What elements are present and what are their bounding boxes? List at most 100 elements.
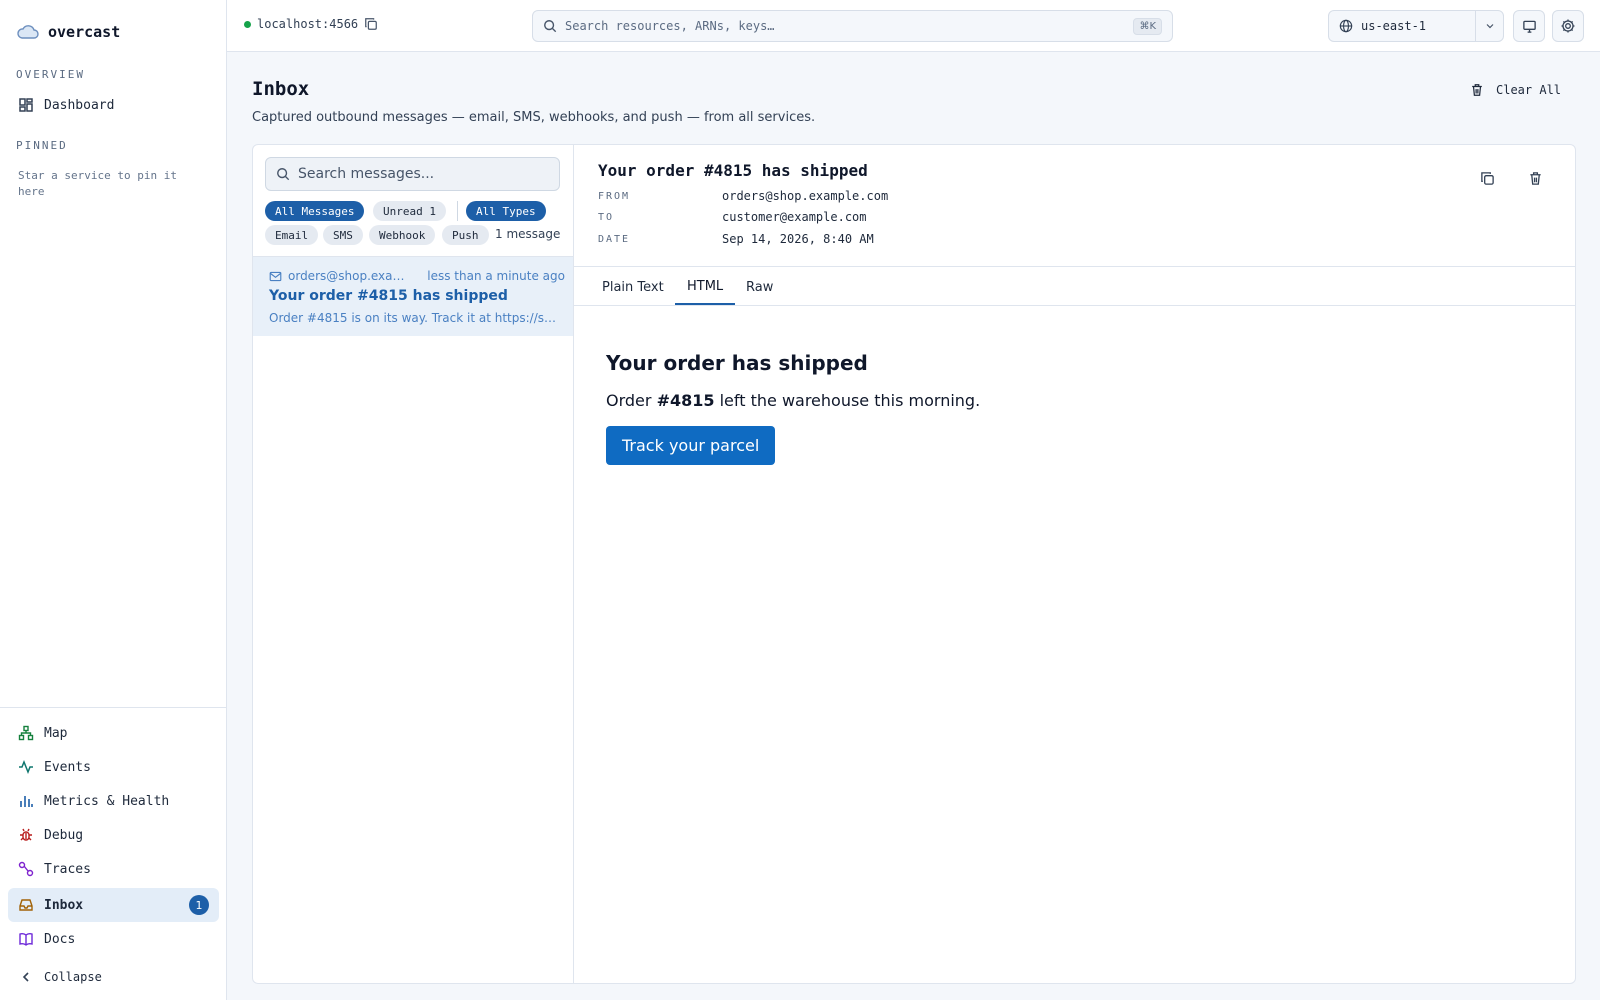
sidebar-item-debug[interactable]: Debug [8,818,219,852]
message-date-row: DATE Sep 14, 2026, 8:40 AM [598,230,874,248]
email-body-order-number: #4815 [656,391,715,410]
sidebar-item-dashboard[interactable]: Dashboard [8,88,219,122]
tab-plain-text[interactable]: Plain Text [590,269,676,305]
email-body-text-prefix: Order [606,391,652,410]
email-body-heading: Your order has shipped [606,351,868,375]
sidebar-item-label: Events [44,759,91,775]
sidebar-item-events[interactable]: Events [8,750,219,784]
brand-name: overcast [48,23,121,41]
search-icon [544,20,557,33]
date-label: DATE [598,233,631,245]
copy-icon[interactable] [364,17,378,31]
copy-icon [1480,171,1494,185]
book-icon [19,933,33,946]
trash-icon [1472,84,1482,96]
copy-message-button[interactable] [1474,165,1500,191]
sidebar-item-metrics-health[interactable]: Metrics & Health [8,784,219,818]
global-search-placeholder: Search resources, ARNs, keys… [565,19,775,33]
section-label-overview: OVERVIEW [16,68,85,81]
message-from-row: FROM orders@shop.example.com [598,187,888,205]
detail-header-divider [574,266,1575,267]
filter-email[interactable]: Email [265,225,319,245]
list-item-preview: Order #4815 is on its way. Track it at h… [269,311,559,325]
list-item-subject: Your order #4815 has shipped [269,288,508,304]
topbar: localhost:4566 Search resources, ARNs, k… [227,0,1600,52]
delete-message-button[interactable] [1522,165,1548,191]
sidebar-item-traces[interactable]: Traces [8,852,219,886]
sidebar-item-label: Metrics & Health [44,793,170,809]
track-parcel-button[interactable]: Track your parcel [606,426,776,465]
chevron-left-icon [22,972,29,982]
pinned-hint: Star a service to pin it here [18,169,177,198]
message-to-row: TO customer@example.com [598,208,867,226]
status-dot-icon [244,20,251,28]
message-detail-pane: Your order #4815 has shipped FROM orders… [574,145,1575,983]
sidebar-item-inbox[interactable]: Inbox 1 [8,888,219,922]
sidebar-item-label: Traces [44,861,91,877]
chevron-down-icon [1486,24,1493,29]
brand[interactable]: overcast [16,20,120,44]
message-list-pane: All Messages Unread 1 All Types Email SM… [253,145,574,983]
sidebar-item-label: Dashboard [44,97,115,113]
message-count: 1 message [495,227,561,241]
sidebar-divider [0,707,227,708]
map-icon [18,725,34,741]
sidebar-item-label: Inbox [44,897,84,913]
date-value: Sep 14, 2026, 8:40 AM [722,232,874,246]
to-value: customer@example.com [722,210,867,224]
bar-chart-icon [20,796,33,807]
email-body-text-suffix: left the warehouse this morning. [719,391,981,410]
filter-separator [457,201,458,221]
host-indicator: localhost:4566 [244,17,378,31]
sidebar-item-docs[interactable]: Docs [8,922,219,956]
cloud-logo-icon [17,25,39,39]
tabs-divider [574,305,1575,306]
search-icon [277,168,290,181]
tab-raw[interactable]: Raw [734,269,785,305]
gear-icon [1561,19,1575,33]
list-item[interactable]: orders@shop.example.com less than a minu… [253,257,573,336]
sidebar-collapse-button[interactable]: Collapse [8,959,219,995]
list-item-meta: orders@shop.example.com less than a minu… [269,269,565,283]
activity-icon [19,759,33,775]
message-subject: Your order #4815 has shipped [598,161,868,180]
global-search[interactable]: Search resources, ARNs, keys… ⌘K [532,10,1173,42]
filter-all-messages[interactable]: All Messages [265,201,365,221]
list-item-from: orders@shop.example.com [288,269,406,283]
inbox-unread-badge: 1 [189,895,209,915]
tab-html[interactable]: HTML [675,269,736,305]
list-item-time: less than a minute ago [427,269,565,283]
filter-all-types[interactable]: All Types [466,201,546,221]
monitor-icon [1522,20,1536,33]
from-label: FROM [598,190,631,202]
display-mode-button[interactable] [1513,10,1545,42]
sidebar: overcast OVERVIEW Dashboard PINNED Star … [0,0,227,1000]
message-search-input[interactable] [298,166,548,182]
region-value[interactable]: us-east-1 [1329,11,1476,41]
clear-all-button[interactable]: Clear All [1470,79,1561,101]
sidebar-item-map[interactable]: Map [8,716,219,750]
filter-webhook[interactable]: Webhook [369,225,436,245]
region-select[interactable]: us-east-1 [1328,10,1504,42]
email-body-text: Order #4815 left the warehouse this morn… [606,391,980,410]
region-dropdown-toggle[interactable] [1476,20,1503,32]
traces-icon [18,861,34,877]
inbox-icon [19,899,33,911]
to-label: TO [598,211,615,223]
sidebar-item-label: Docs [44,931,76,947]
filter-unread[interactable]: Unread 1 [373,201,446,221]
bug-icon [20,828,32,841]
dashboard-icon [19,98,33,112]
inbox-panel: All Messages Unread 1 All Types Email SM… [252,144,1576,984]
message-search[interactable] [265,157,560,191]
globe-icon [1339,19,1353,33]
filter-sms[interactable]: SMS [323,225,363,245]
region-label: us-east-1 [1361,19,1427,33]
settings-button[interactable] [1552,10,1584,42]
host-address: localhost:4566 [257,17,359,31]
page-title: Inbox [252,78,310,100]
filter-push[interactable]: Push [442,225,489,245]
clear-all-label: Clear All [1496,83,1562,97]
page-subtitle: Captured outbound messages — email, SMS,… [252,110,816,125]
search-shortcut-badge: ⌘K [1133,17,1162,35]
